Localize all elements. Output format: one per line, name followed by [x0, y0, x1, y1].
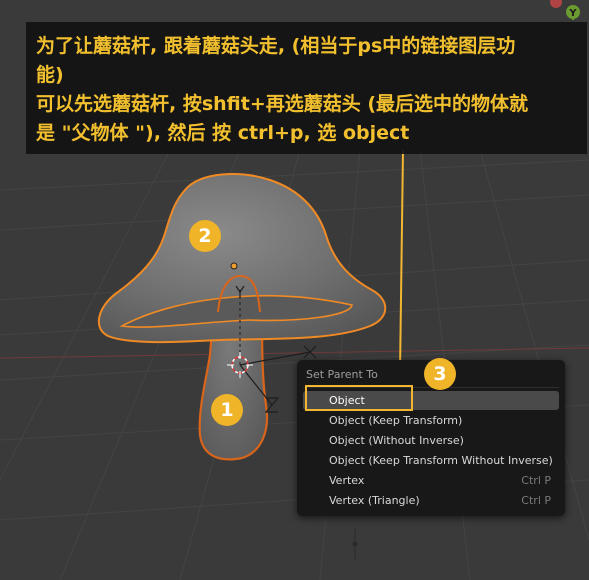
cap-origin-dot — [230, 262, 238, 270]
gizmo-x-axis-icon[interactable] — [550, 0, 562, 8]
menu-item-object-without-inverse[interactable]: Object (Without Inverse) — [303, 431, 559, 450]
menu-item-object-keep-transform[interactable]: Object (Keep Transform) — [303, 411, 559, 430]
navigation-gizmo[interactable]: Y — [548, 0, 589, 22]
step-badge-2: 2 — [189, 220, 221, 252]
menu-item-vertex-triangle[interactable]: Vertex (Triangle) Ctrl P — [303, 491, 559, 510]
menu-item-shortcut: Ctrl P — [521, 494, 551, 507]
menu-item-label: Vertex (Triangle) — [329, 494, 420, 507]
step-badge-3: 3 — [424, 358, 456, 390]
menu-item-object[interactable]: Object — [303, 391, 559, 410]
menu-title: Set Parent To — [306, 368, 378, 381]
annotation-line-4: 是 "父物体 "), 然后 按 ctrl+p, 选 object — [36, 122, 410, 144]
menu-item-shortcut: Ctrl P — [521, 474, 551, 487]
gizmo-y-label: Y — [568, 8, 577, 19]
annotation-line-3: 可以先选蘑菇杆, 按shfit+再选蘑菇头 (最后选中的物体就 — [36, 93, 529, 115]
menu-item-label: Object (Without Inverse) — [329, 434, 464, 447]
menu-item-object-keep-transform-without-inverse[interactable]: Object (Keep Transform Without Inverse) — [303, 451, 559, 470]
menu-item-label: Object (Keep Transform) — [329, 414, 463, 427]
menu-item-vertex[interactable]: Vertex Ctrl P — [303, 471, 559, 490]
tutorial-annotation: 为了让蘑菇杆, 跟着蘑菇头走, (相当于ps中的链接图层功 能) 可以先选蘑菇杆… — [26, 22, 587, 154]
annotation-line-2: 能) — [36, 64, 64, 86]
step-badge-1: 1 — [211, 394, 243, 426]
menu-item-label: Object — [329, 394, 365, 407]
annotation-line-1: 为了让蘑菇杆, 跟着蘑菇头走, (相当于ps中的链接图层功 — [36, 35, 516, 57]
menu-item-label: Object (Keep Transform Without Inverse) — [329, 454, 553, 467]
menu-item-label: Vertex — [329, 474, 365, 487]
